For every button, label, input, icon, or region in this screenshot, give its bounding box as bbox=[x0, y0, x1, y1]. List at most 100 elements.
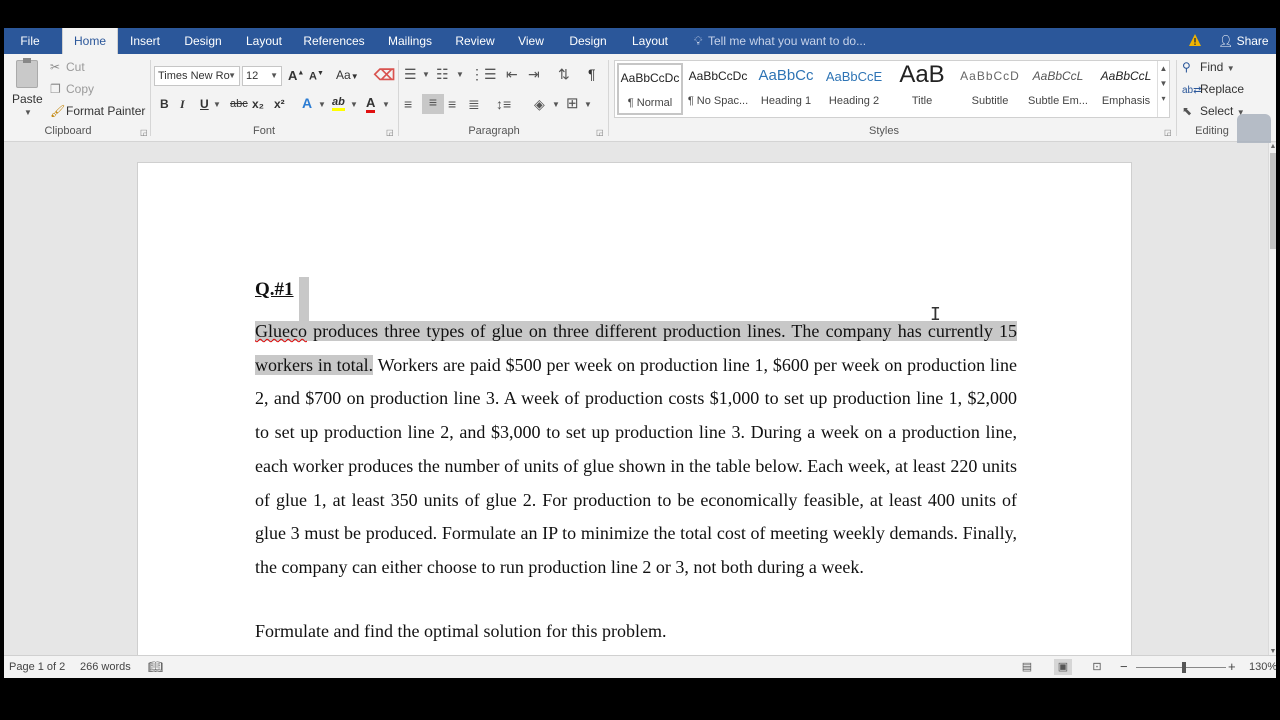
tell-me-search[interactable]: 💡︎ Tell me what you want to do... bbox=[694, 28, 866, 54]
style-heading-2[interactable]: AaBbCcE Heading 2 bbox=[821, 63, 887, 115]
chevron-down-icon[interactable]: ▼ bbox=[456, 70, 464, 79]
tab-references[interactable]: References bbox=[302, 28, 366, 54]
style-subtle-emphasis[interactable]: AaBbCcL Subtle Em... bbox=[1025, 63, 1091, 115]
chevron-down-icon[interactable]: ▼ bbox=[552, 100, 560, 109]
zoom-out-button[interactable]: − bbox=[1120, 656, 1128, 678]
clear-formatting-icon[interactable]: ⌫ bbox=[374, 66, 395, 84]
chevron-down-icon[interactable]: ▼ bbox=[213, 100, 221, 109]
sort-icon[interactable]: ⇅ bbox=[558, 66, 570, 83]
shading-icon[interactable]: ◈ bbox=[534, 96, 545, 113]
numbering-icon[interactable]: ☷ bbox=[436, 66, 449, 83]
vertical-scrollbar[interactable]: ▲ ▼ bbox=[1268, 143, 1276, 655]
style-normal[interactable]: AaBbCcDc ¶ Normal bbox=[617, 63, 683, 115]
web-layout-icon[interactable]: ⊡ bbox=[1088, 659, 1106, 675]
subscript-button[interactable]: x₂ bbox=[252, 97, 264, 111]
print-layout-icon[interactable]: ▣ bbox=[1054, 659, 1072, 675]
styles-group-label: Styles bbox=[869, 125, 899, 137]
font-launcher-icon[interactable]: ◲ bbox=[386, 128, 394, 137]
share-label: Share bbox=[1236, 34, 1269, 48]
text-effects-button[interactable]: A bbox=[302, 95, 312, 111]
tab-file[interactable]: File bbox=[4, 28, 56, 54]
line-spacing-icon[interactable]: ↕≡ bbox=[496, 96, 511, 112]
justify-icon[interactable]: ≣ bbox=[468, 96, 480, 113]
tab-review[interactable]: Review bbox=[450, 28, 500, 54]
align-center-icon[interactable]: ≡ bbox=[422, 94, 444, 114]
increase-indent-icon[interactable]: ⇥ bbox=[528, 66, 540, 83]
scroll-up-icon[interactable]: ▲ bbox=[1269, 143, 1276, 150]
chevron-down-icon[interactable]: ▼ bbox=[422, 70, 430, 79]
font-color-button[interactable]: A bbox=[366, 95, 376, 113]
scroll-down-icon[interactable]: ▼ bbox=[1269, 648, 1276, 655]
underline-button[interactable]: U bbox=[200, 97, 209, 111]
problem-paragraph[interactable]: Glueco produces three types of glue on t… bbox=[255, 315, 1017, 585]
font-size-dropdown[interactable]: 12 ▼ bbox=[242, 66, 282, 86]
chevron-down-icon[interactable]: ▼ bbox=[24, 108, 32, 117]
chevron-down-icon[interactable]: ▼ bbox=[318, 100, 326, 109]
style-sample: AaBbCcDc bbox=[620, 71, 680, 85]
shrink-font-button[interactable]: A▼ bbox=[309, 70, 324, 83]
tab-mailings[interactable]: Mailings bbox=[382, 28, 438, 54]
superscript-button[interactable]: x² bbox=[274, 97, 285, 111]
bullets-icon[interactable]: ☰ bbox=[404, 66, 417, 83]
zoom-in-button[interactable]: + bbox=[1228, 656, 1236, 678]
cursor-icon: ⬉ bbox=[1182, 104, 1193, 118]
style-heading-1[interactable]: AaBbCc Heading 1 bbox=[753, 63, 819, 115]
tab-table-layout[interactable]: Layout bbox=[626, 28, 674, 54]
select-button[interactable]: ⬉ Select ▼ bbox=[1182, 104, 1245, 118]
tab-home[interactable]: Home bbox=[62, 28, 118, 54]
style-name: ¶ No Spac... bbox=[687, 95, 749, 107]
editing-group-label: Editing bbox=[1195, 125, 1229, 137]
read-mode-icon[interactable]: ▤ bbox=[1018, 659, 1036, 675]
document-page[interactable]: Q.#1 Glueco produces three types of glue… bbox=[137, 162, 1132, 655]
show-marks-icon[interactable]: ¶ bbox=[588, 66, 596, 82]
proofing-icon[interactable]: 📖︎ bbox=[148, 656, 163, 678]
tab-insert[interactable]: Insert bbox=[124, 28, 166, 54]
warning-icon[interactable] bbox=[1188, 33, 1202, 47]
copy-button[interactable]: ❐ Copy bbox=[50, 82, 94, 96]
style-subtitle[interactable]: AaBbCcD Subtitle bbox=[957, 63, 1023, 115]
paste-button[interactable]: Paste ▼ bbox=[10, 58, 43, 120]
align-left-icon[interactable]: ≡ bbox=[404, 96, 412, 112]
chevron-down-icon[interactable]: ▼ bbox=[350, 100, 358, 109]
change-case-button[interactable]: Aa▼ bbox=[336, 68, 359, 82]
tab-layout[interactable]: Layout bbox=[240, 28, 288, 54]
cut-button[interactable]: ✂ Cut bbox=[50, 60, 85, 74]
grow-font-button[interactable]: A▲ bbox=[288, 68, 304, 83]
decrease-indent-icon[interactable]: ⇤ bbox=[506, 66, 518, 83]
page-count[interactable]: Page 1 of 2 bbox=[9, 656, 65, 678]
replace-button[interactable]: ab⇄Replace bbox=[1182, 82, 1244, 96]
borders-icon[interactable]: ⊞ bbox=[566, 94, 579, 112]
clipboard-launcher-icon[interactable]: ◲ bbox=[140, 128, 148, 137]
style-title[interactable]: AaB Title bbox=[889, 61, 955, 115]
find-button[interactable]: ⚲ Find ▼ bbox=[1182, 60, 1235, 74]
style-no-spacing[interactable]: AaBbCcDc ¶ No Spac... bbox=[685, 63, 751, 115]
styles-launcher-icon[interactable]: ◲ bbox=[1164, 128, 1172, 137]
zoom-slider-thumb[interactable] bbox=[1182, 662, 1186, 673]
tab-table-design[interactable]: Design bbox=[564, 28, 612, 54]
highlight-color-button[interactable]: ab bbox=[332, 96, 345, 111]
align-right-icon[interactable]: ≡ bbox=[448, 96, 456, 112]
share-button[interactable]: 👤︎ Share bbox=[1218, 28, 1269, 54]
style-emphasis[interactable]: AaBbCcL Emphasis bbox=[1093, 63, 1159, 115]
multilevel-list-icon[interactable]: ⋮☰ bbox=[470, 66, 497, 83]
zoom-level[interactable]: 130% bbox=[1249, 656, 1276, 678]
chevron-down-icon[interactable]: ▼ bbox=[584, 100, 592, 109]
bold-button[interactable]: B bbox=[160, 97, 169, 111]
font-name-dropdown[interactable]: Times New Ro ▼ bbox=[154, 66, 240, 86]
style-sample: AaBbCcL bbox=[1032, 69, 1084, 83]
strikethrough-button[interactable]: abc bbox=[230, 98, 248, 110]
zoom-slider[interactable] bbox=[1136, 662, 1226, 673]
tell-me-placeholder: Tell me what you want to do... bbox=[708, 34, 867, 48]
chevron-down-icon[interactable]: ▼ bbox=[382, 100, 390, 109]
format-painter-button[interactable]: 🖌︎Format Painter bbox=[50, 104, 145, 118]
tab-design[interactable]: Design bbox=[180, 28, 226, 54]
italic-button[interactable]: I bbox=[180, 97, 185, 112]
styles-scroll[interactable]: ▲ ▼ ▾ bbox=[1157, 61, 1169, 117]
search-icon: ⚲ bbox=[1182, 60, 1191, 74]
scroll-thumb[interactable] bbox=[1270, 153, 1276, 249]
paragraph-launcher-icon[interactable]: ◲ bbox=[596, 128, 604, 137]
word-count[interactable]: 266 words bbox=[80, 656, 131, 678]
tab-view[interactable]: View bbox=[512, 28, 550, 54]
instruction-paragraph[interactable]: Formulate and find the optimal solution … bbox=[255, 621, 666, 642]
copy-icon: ❐ bbox=[50, 82, 61, 96]
